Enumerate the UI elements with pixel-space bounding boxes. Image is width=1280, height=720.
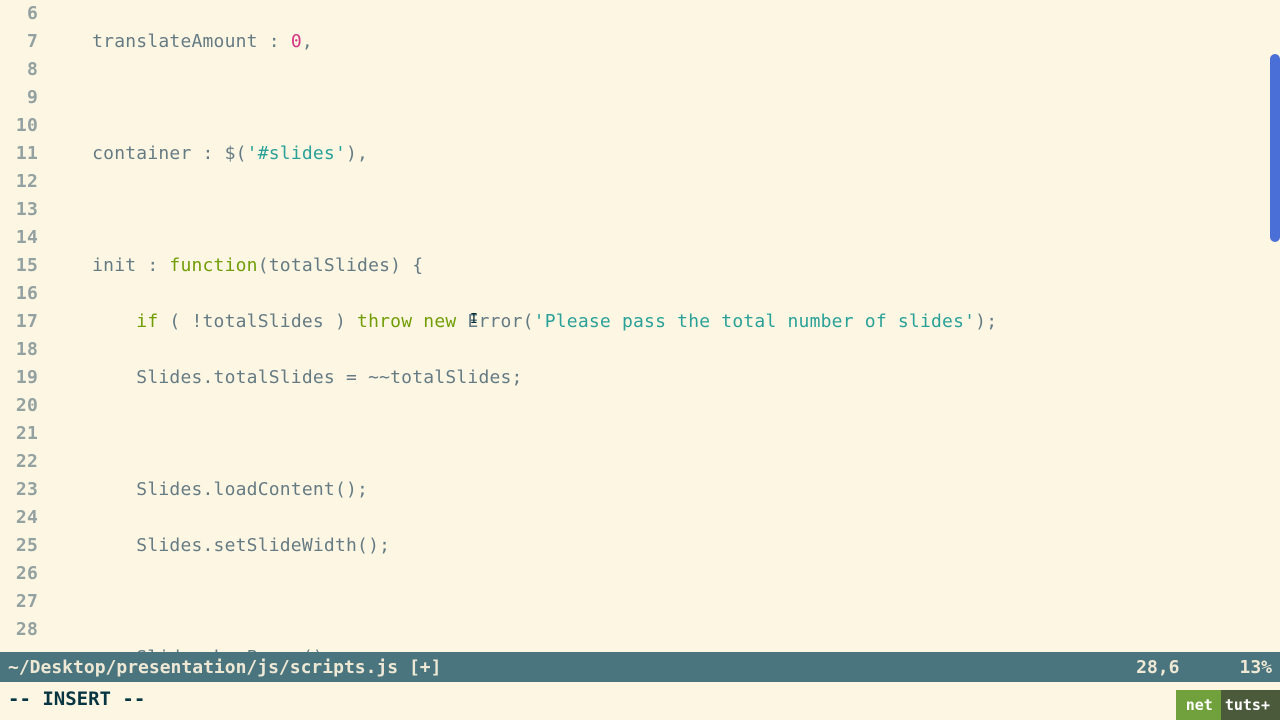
line-number: 10 (0, 112, 38, 140)
line-number: 20 (0, 392, 38, 420)
code-text: Error( (456, 311, 533, 332)
line-number: 27 (0, 588, 38, 616)
code-text: , (302, 31, 313, 52)
line-number: 6 (0, 0, 38, 28)
code-text: Slides.keyPress(); (48, 647, 335, 652)
code-keyword: throw (357, 311, 412, 332)
status-file-path: ~/Desktop/presentation/js/scripts.js [+] (8, 657, 441, 678)
code-text: init : (48, 255, 169, 276)
code-text: ); (975, 311, 997, 332)
line-number: 24 (0, 504, 38, 532)
status-scroll-percent: 13% (1239, 657, 1272, 678)
code-line[interactable]: Slides.loadContent(); (48, 476, 1280, 504)
code-text: ), (346, 143, 368, 164)
line-number-gutter: 6 7 8 9 10 11 12 13 14 15 16 17 18 19 20… (0, 0, 48, 652)
watermark-tuts: tuts+ (1221, 690, 1280, 720)
line-number: 7 (0, 28, 38, 56)
code-text: container : $( (48, 143, 247, 164)
line-number: 12 (0, 168, 38, 196)
line-number: 15 (0, 252, 38, 280)
code-line[interactable]: if ( !totalSlides ) throw new Error('Ple… (48, 308, 1280, 336)
code-line[interactable]: container : $('#slides'), (48, 140, 1280, 168)
code-text: (totalSlides) { (258, 255, 424, 276)
watermark-net: net (1176, 690, 1221, 720)
line-number: 16 (0, 280, 38, 308)
code-line[interactable]: init : function(totalSlides) { (48, 252, 1280, 280)
code-line[interactable] (48, 84, 1280, 112)
code-text: translateAmount : (48, 31, 291, 52)
code-text: Slides.loadContent(); (48, 479, 368, 500)
line-number: 19 (0, 364, 38, 392)
code-line[interactable] (48, 588, 1280, 616)
code-text: ( !totalSlides ) (158, 311, 357, 332)
code-text: Slides.setSlideWidth(); (48, 535, 390, 556)
line-number: 14 (0, 224, 38, 252)
editor-area[interactable]: 6 7 8 9 10 11 12 13 14 15 16 17 18 19 20… (0, 0, 1280, 652)
line-number: 13 (0, 196, 38, 224)
code-string: '#slides' (247, 143, 346, 164)
code-text (48, 311, 136, 332)
line-number: 9 (0, 84, 38, 112)
vertical-scrollbar[interactable] (1270, 54, 1280, 242)
code-line[interactable]: Slides.setSlideWidth(); (48, 532, 1280, 560)
code-string: 'Please pass the total number of slides' (534, 311, 975, 332)
status-bar: ~/Desktop/presentation/js/scripts.js [+]… (0, 652, 1280, 682)
code-number: 0 (291, 31, 302, 52)
caret-icon: I (470, 312, 478, 327)
line-number: 25 (0, 532, 38, 560)
code-keyword: new (423, 311, 456, 332)
code-keyword: function (169, 255, 257, 276)
code-line[interactable]: translateAmount : 0, (48, 28, 1280, 56)
line-number: 21 (0, 420, 38, 448)
line-number: 23 (0, 476, 38, 504)
code-line[interactable]: Slides.keyPress(); (48, 644, 1280, 652)
mode-line: -- INSERT -- net tuts+ (0, 682, 1280, 720)
line-number: 8 (0, 56, 38, 84)
code-line[interactable] (48, 196, 1280, 224)
code-keyword: if (136, 311, 158, 332)
line-number: 26 (0, 560, 38, 588)
code-line[interactable]: Slides.totalSlides = ~~totalSlides; (48, 364, 1280, 392)
code-text: Slides.totalSlides = ~~totalSlides; (48, 367, 523, 388)
watermark-logo: net tuts+ (1176, 690, 1280, 720)
code-content[interactable]: translateAmount : 0, container : $('#sli… (48, 0, 1280, 652)
line-number: 17 (0, 308, 38, 336)
vim-mode-indicator: -- INSERT -- (8, 688, 145, 710)
code-line[interactable] (48, 420, 1280, 448)
code-text (412, 311, 423, 332)
line-number: 18 (0, 336, 38, 364)
line-number: 22 (0, 448, 38, 476)
line-number: 11 (0, 140, 38, 168)
line-number: 28 (0, 616, 38, 644)
status-cursor-position: 28,6 (1136, 657, 1179, 678)
